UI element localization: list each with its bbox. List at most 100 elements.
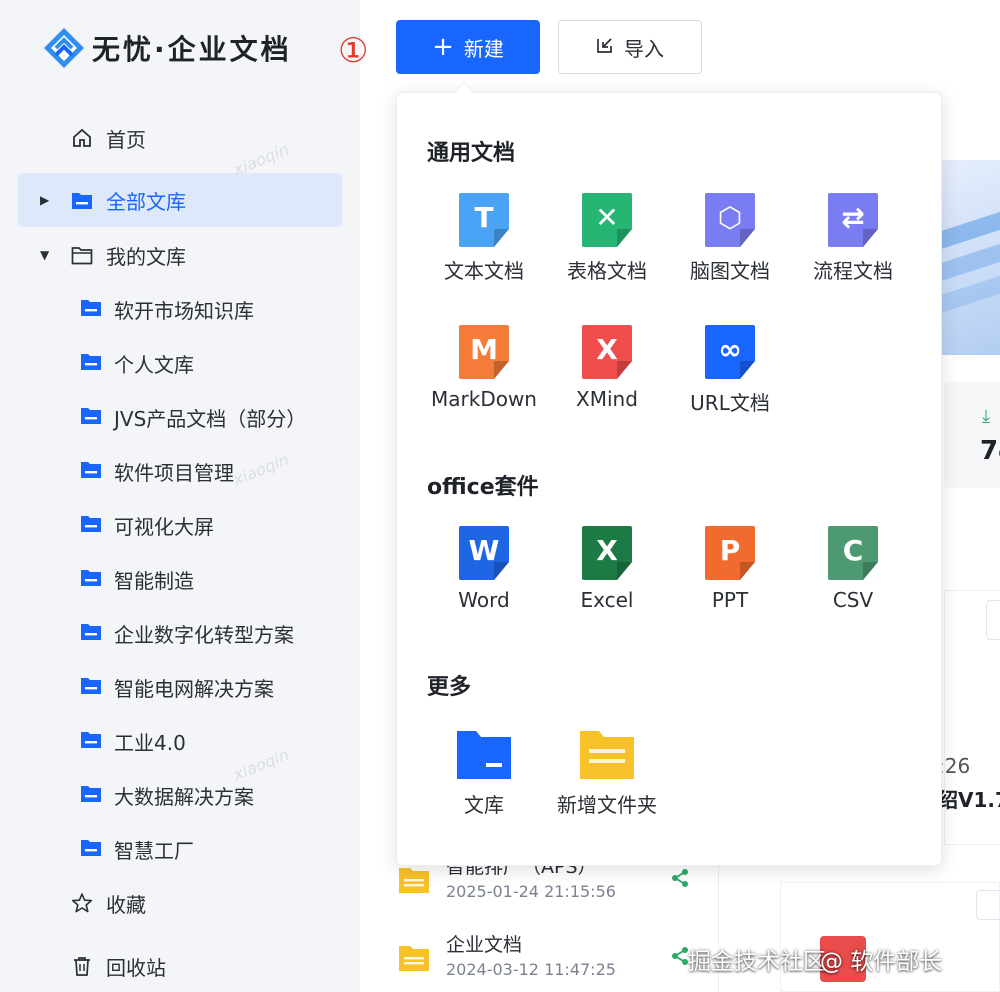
tile-label: 表格文档 [567, 259, 647, 283]
tile-label: XMind [576, 387, 638, 411]
doc-glyph: M [459, 325, 509, 379]
doc-glyph: ∞ [705, 325, 755, 379]
library-folder-icon [456, 727, 512, 781]
sidebar-library-item[interactable]: 可视化大屏 [80, 498, 214, 552]
home-icon [70, 126, 94, 150]
tile-label: 流程文档 [813, 259, 893, 283]
sidebar-library-item[interactable]: 软件项目管理 [80, 444, 234, 498]
sidebar-library-item[interactable]: 个人文库 [80, 336, 194, 390]
step-marker: ① [338, 31, 369, 71]
download-stat-card: ⤓ 74 [944, 382, 1000, 488]
star-icon [70, 891, 94, 915]
section-more-title: 更多 [427, 675, 472, 700]
sidebar-library-label: 可视化大屏 [114, 514, 214, 539]
sidebar-library-item[interactable]: 智能电网解决方案 [80, 660, 274, 714]
nav-all-libraries[interactable]: ▶ 全部文库 [18, 173, 342, 227]
doc-glyph: C [828, 526, 878, 580]
create-more-tile[interactable]: 文库 [424, 727, 544, 818]
office-doc-icon: W [459, 526, 509, 580]
create-office-tile[interactable]: X Excel [547, 526, 667, 612]
create-general-tile[interactable]: ⇄ 流程文档 [793, 193, 913, 284]
general-doc-icon: M [459, 325, 509, 379]
caret-right-icon[interactable]: ▶ [40, 193, 56, 207]
sidebar-library-item[interactable]: 企业数字化转型方案 [80, 606, 294, 660]
sidebar-library-item[interactable]: 大数据解决方案 [80, 768, 254, 822]
tile-label: CSV [832, 588, 874, 612]
nav-recycle-bin-label: 回收站 [106, 955, 166, 980]
folder-icon [80, 297, 102, 322]
file-name[interactable]: 企业文档 [446, 930, 522, 957]
stat-value: 74 [980, 436, 1000, 466]
nav-home-label: 首页 [106, 127, 146, 152]
general-doc-icon: ✕ [582, 193, 632, 247]
file-row[interactable]: 企业文档 2024-03-12 11:47:25 [398, 930, 698, 990]
new-menu-dropdown: 通用文档 office套件 更多 T 文本文档 ✕ 表格文档 ⬡ 脑图文档 ⇄ 流程文档 M Ma… [396, 82, 942, 866]
import-button[interactable]: 导入 [558, 20, 702, 74]
share-icon[interactable] [670, 868, 690, 892]
doc-glyph: ⇄ [828, 193, 878, 247]
create-general-tile[interactable]: M MarkDown [424, 325, 544, 411]
new-button-label: 新建 [463, 36, 504, 61]
folder-icon [80, 783, 102, 808]
tile-label: Excel [580, 588, 634, 612]
nav-favorites[interactable]: 收藏 [18, 876, 342, 930]
tile-label: PPT [711, 588, 749, 612]
tile-label: 新增文件夹 [557, 793, 657, 817]
panel-action[interactable] [986, 600, 1000, 640]
folder-icon [80, 567, 102, 592]
doc-glyph: ✕ [582, 193, 632, 247]
file-date: 2025-01-24 21:15:56 [446, 882, 616, 901]
folder-icon [80, 675, 102, 700]
nav-my-libraries[interactable]: ▼ 我的文库 [18, 228, 342, 282]
create-more-tile[interactable]: 新增文件夹 [547, 727, 667, 818]
caret-down-icon[interactable]: ▼ [40, 248, 56, 262]
create-general-tile[interactable]: ⬡ 脑图文档 [670, 193, 790, 284]
sidebar-library-label: 软开市场知识库 [114, 298, 254, 323]
section-general-title: 通用文档 [427, 141, 516, 166]
general-doc-icon: ⬡ [705, 193, 755, 247]
sidebar-library-label: 大数据解决方案 [114, 784, 254, 809]
general-doc-icon: X [582, 325, 632, 379]
folder-icon [80, 729, 102, 754]
office-doc-icon: X [582, 526, 632, 580]
footer-brand: 掘金技术社区 [688, 949, 826, 975]
tile-label: 文本文档 [444, 259, 524, 283]
general-doc-icon: ∞ [705, 325, 755, 379]
app-title: 无忧·企业文档 [92, 33, 292, 66]
sidebar-library-item[interactable]: 智慧工厂 [80, 822, 194, 876]
card-action[interactable] [976, 890, 1000, 920]
sidebar-library-item[interactable]: 工业4.0 [80, 714, 186, 768]
folder-icon [80, 351, 102, 376]
folder-outline-icon [70, 243, 94, 267]
sidebar-library-item[interactable]: 智能制造 [80, 552, 194, 606]
create-office-tile[interactable]: C CSV [793, 526, 913, 612]
sidebar-library-item[interactable]: JVS产品文档（部分） [80, 390, 306, 444]
sidebar-library-label: 个人文库 [114, 352, 194, 377]
sidebar-library-item[interactable]: 软开市场知识库 [80, 282, 254, 336]
section-office-title: office套件 [427, 475, 539, 500]
nav-home[interactable]: 首页 [18, 111, 342, 165]
general-doc-icon: T [459, 193, 509, 247]
dropdown-arrow [454, 82, 474, 102]
new-button[interactable]: + 新建 [396, 20, 540, 74]
create-general-tile[interactable]: ✕ 表格文档 [547, 193, 667, 284]
share-icon[interactable] [670, 946, 690, 970]
download-icon: ⤓ [982, 406, 990, 427]
sidebar-library-label: JVS产品文档（部分） [114, 406, 307, 431]
import-button-label: 导入 [624, 36, 664, 61]
folder-icon [80, 513, 102, 538]
app-logo[interactable]: 无忧·企业文档 [42, 26, 292, 70]
create-office-tile[interactable]: P PPT [670, 526, 790, 612]
create-general-tile[interactable]: X XMind [547, 325, 667, 411]
folder-icon [80, 837, 102, 862]
sidebar-library-label: 智慧工厂 [114, 838, 194, 863]
folder-icon [398, 866, 430, 898]
sidebar-library-label: 软件项目管理 [114, 460, 234, 485]
nav-recycle-bin[interactable]: 回收站 [18, 939, 342, 992]
create-office-tile[interactable]: W Word [424, 526, 544, 612]
sidebar-library-label: 智能电网解决方案 [114, 676, 274, 701]
create-general-tile[interactable]: ∞ URL文档 [670, 325, 790, 416]
doc-title-fragment[interactable]: 绍V1.7. [938, 784, 1000, 813]
plus-icon: + [432, 32, 454, 62]
create-general-tile[interactable]: T 文本文档 [424, 193, 544, 284]
